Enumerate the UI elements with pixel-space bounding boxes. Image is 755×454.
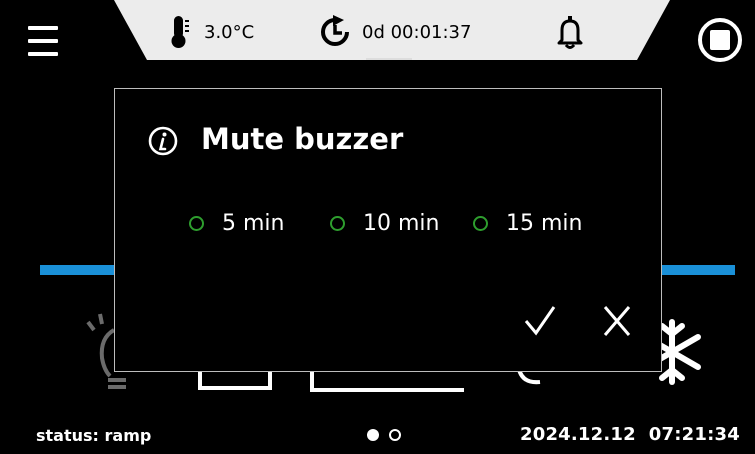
mute-buzzer-dialog: Mute buzzer 5 min 10 min 15 min	[114, 88, 662, 372]
option-5-min[interactable]: 5 min	[189, 209, 284, 237]
page-dot-active[interactable]	[367, 429, 379, 441]
temperature-value: 3.0°C	[204, 21, 255, 43]
cancel-button[interactable]	[597, 301, 637, 341]
menu-button[interactable]	[22, 18, 62, 64]
option-label: 15 min	[506, 210, 583, 236]
timer-value: 0d 00:01:37	[362, 21, 472, 43]
close-icon	[603, 306, 631, 336]
alarm-indicator	[556, 14, 584, 50]
option-10-min[interactable]: 10 min	[330, 209, 439, 237]
page-dot-inactive[interactable]	[389, 429, 401, 441]
dialog-title: Mute buzzer	[201, 122, 404, 156]
info-icon	[148, 126, 178, 156]
option-label: 5 min	[222, 210, 285, 236]
status-label: status: ramp	[36, 426, 152, 445]
radio-icon[interactable]	[473, 215, 488, 231]
progress-bar-right	[661, 265, 735, 275]
timer-icon	[321, 15, 349, 46]
radio-icon[interactable]	[189, 215, 204, 231]
confirm-button[interactable]	[520, 301, 560, 341]
option-label: 10 min	[363, 210, 440, 236]
check-icon	[524, 306, 556, 336]
timer-readout: 0d 00:01:37	[318, 14, 471, 50]
bell-icon	[557, 16, 583, 49]
thermometer-icon	[171, 16, 189, 48]
stop-button[interactable]	[697, 17, 743, 63]
tab-indicator	[366, 58, 412, 60]
datetime-label: 2024.12.12 07:21:34	[520, 424, 740, 445]
option-15-min[interactable]: 15 min	[473, 209, 582, 237]
progress-bar-left	[40, 265, 116, 275]
radio-icon[interactable]	[330, 215, 345, 231]
temperature-readout: 3.0°C	[168, 14, 254, 50]
